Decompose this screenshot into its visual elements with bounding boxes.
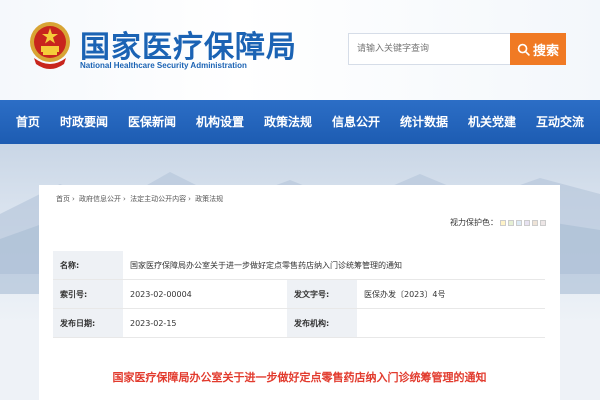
site-header: 国家医疗保障局 National Healthcare Security Adm… — [0, 0, 600, 100]
docnum-label: 发文字号: — [287, 279, 357, 309]
table-row: 发布日期: 2023-02-15 发布机构: — [53, 308, 545, 338]
document-info-table: 名称: 国家医疗保障局办公室关于进一步做好定点零售药店纳入门诊统筹管理的通知 索… — [53, 251, 545, 338]
main-nav: 首页 时政要闻 医保新闻 机构设置 政策法规 信息公开 统计数据 机关党建 互动… — [0, 100, 600, 144]
docnum-value: 医保办发〔2023〕4号 — [357, 279, 545, 309]
site-subtitle: National Healthcare Security Administrat… — [80, 61, 247, 70]
color-swatch-5[interactable] — [532, 219, 538, 226]
breadcrumb-separator: › — [72, 195, 75, 203]
vision-protection: 视力保护色： — [450, 217, 546, 228]
nav-item-disclosure[interactable]: 信息公开 — [322, 100, 390, 144]
breadcrumb: 首页 › 政府信息公开 › 法定主动公开内容 › 政策法规 — [55, 194, 224, 204]
color-swatch-3[interactable] — [516, 219, 522, 226]
nav-item-interaction[interactable]: 互动交流 — [526, 100, 594, 144]
index-value: 2023-02-00004 — [123, 279, 287, 309]
search-button[interactable]: 搜索 — [510, 33, 566, 65]
table-row: 索引号: 2023-02-00004 发文字号: 医保办发〔2023〕4号 — [53, 279, 545, 309]
search-input[interactable] — [348, 33, 510, 65]
date-label: 发布日期: — [53, 308, 123, 338]
nav-item-organization[interactable]: 机构设置 — [186, 100, 254, 144]
nav-item-policies[interactable]: 政策法规 — [254, 100, 322, 144]
breadcrumb-home[interactable]: 首页 — [56, 195, 70, 203]
content-panel: 首页 › 政府信息公开 › 法定主动公开内容 › 政策法规 视力保护色： 名称: 国家… — [39, 185, 560, 400]
index-label: 索引号: — [53, 279, 123, 309]
color-swatch-6[interactable] — [540, 219, 546, 226]
color-swatch-1[interactable] — [500, 219, 506, 226]
nav-item-healthcare-news[interactable]: 医保新闻 — [118, 100, 186, 144]
document-title: 国家医疗保障局办公室关于进一步做好定点零售药店纳入门诊统筹管理的通知 — [112, 371, 487, 384]
breadcrumb-separator: › — [123, 195, 126, 203]
nav-item-party-building[interactable]: 机关党建 — [458, 100, 526, 144]
vision-protection-label: 视力保护色： — [450, 218, 498, 227]
search-icon — [517, 43, 530, 56]
nav-item-home[interactable]: 首页 — [6, 100, 50, 144]
date-value: 2023-02-15 — [123, 308, 287, 338]
national-emblem-icon — [30, 22, 70, 69]
nav-item-politics-news[interactable]: 时政要闻 — [50, 100, 118, 144]
color-swatch-4[interactable] — [524, 219, 530, 226]
site-title[interactable]: 国家医疗保障局 — [80, 22, 297, 66]
name-value: 国家医疗保障局办公室关于进一步做好定点零售药店纳入门诊统筹管理的通知 — [123, 251, 545, 280]
table-row: 名称: 国家医疗保障局办公室关于进一步做好定点零售药店纳入门诊统筹管理的通知 — [53, 251, 545, 280]
nav-item-statistics[interactable]: 统计数据 — [390, 100, 458, 144]
color-swatch-2[interactable] — [508, 219, 514, 226]
search-button-label: 搜索 — [532, 43, 559, 59]
breadcrumb-policies[interactable]: 政策法规 — [195, 195, 223, 203]
breadcrumb-statutory[interactable]: 法定主动公开内容 — [130, 195, 186, 203]
name-label: 名称: — [53, 251, 123, 280]
org-label: 发布机构: — [287, 308, 357, 338]
breadcrumb-separator: › — [188, 195, 191, 203]
org-value — [357, 308, 545, 338]
breadcrumb-disclosure[interactable]: 政府信息公开 — [79, 195, 121, 203]
